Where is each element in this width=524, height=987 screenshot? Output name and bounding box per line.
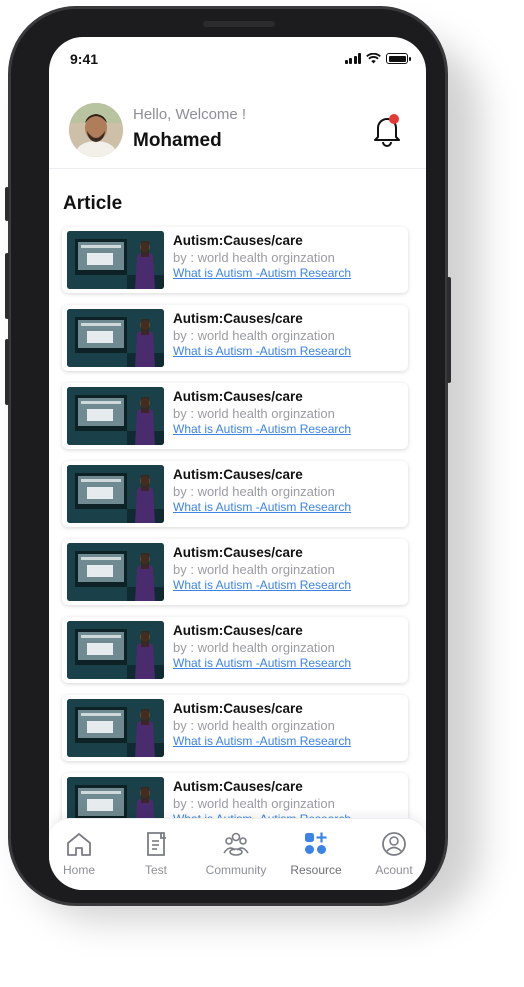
article-card[interactable]: Autism:Causes/care by : world health orgi… — [62, 383, 408, 449]
volume-down-button — [5, 339, 9, 405]
article-author: by : world health orginzation — [173, 328, 335, 343]
nav-community[interactable]: Community — [198, 825, 274, 885]
bottom-navigation: Home Test Community Resource Acount — [49, 818, 426, 890]
nav-home[interactable]: Home — [49, 825, 117, 885]
article-list: Autism:Causes/care by : world health orgi… — [62, 227, 410, 851]
mute-switch — [5, 187, 9, 221]
nav-resource-label: Resource — [290, 863, 342, 877]
nav-resource[interactable]: Resource — [278, 825, 354, 885]
article-card[interactable]: Autism:Causes/care by : world health orgi… — [62, 539, 408, 605]
article-thumbnail — [67, 231, 164, 289]
test-icon — [147, 832, 166, 856]
notification-bell-icon[interactable] — [372, 113, 402, 147]
article-title: Autism:Causes/care — [173, 701, 303, 716]
article-link[interactable]: What is Autism -Autism Research — [173, 422, 351, 436]
power-button — [447, 277, 451, 383]
resource-icon — [305, 832, 327, 854]
status-time: 9:41 — [70, 51, 99, 67]
article-card[interactable]: Autism:Causes/care by : world health orgi… — [62, 461, 408, 527]
nav-home-label: Home — [62, 863, 95, 877]
speaker-grille — [203, 21, 275, 27]
header: Hello, Welcome ! Mohamed — [49, 97, 426, 169]
article-author: by : world health orginzation — [173, 562, 335, 577]
article-title: Autism:Causes/care — [173, 545, 303, 560]
nav-test-label: Test — [144, 863, 167, 877]
article-card[interactable]: Autism:Causes/care by : world health orgi… — [62, 617, 408, 683]
article-link[interactable]: What is Autism -Autism Research — [173, 734, 351, 748]
article-thumbnail — [67, 543, 164, 601]
article-thumbnail — [67, 465, 164, 523]
nav-community-label: Community — [205, 863, 267, 877]
nav-account[interactable]: Acount — [356, 825, 426, 885]
community-icon — [223, 832, 249, 856]
article-link[interactable]: What is Autism -Autism Research — [173, 266, 351, 280]
greeting-text: Hello, Welcome ! — [133, 106, 247, 123]
screen: 9:41 Hello, Welcome ! Mohamed Article Au… — [49, 37, 426, 890]
article-thumbnail — [67, 387, 164, 445]
volume-up-button — [5, 253, 9, 319]
article-title: Autism:Causes/care — [173, 623, 303, 638]
cellular-signal-icon — [344, 53, 361, 64]
section-title: Article — [63, 193, 123, 214]
article-author: by : world health orginzation — [173, 640, 335, 655]
article-title: Autism:Causes/care — [173, 467, 303, 482]
article-link[interactable]: What is Autism -Autism Research — [173, 344, 351, 358]
article-title: Autism:Causes/care — [173, 311, 303, 326]
article-author: by : world health orginzation — [173, 484, 335, 499]
article-thumbnail — [67, 309, 164, 367]
wifi-icon — [366, 53, 381, 64]
article-thumbnail — [67, 699, 164, 757]
nav-test[interactable]: Test — [118, 825, 194, 885]
article-author: by : world health orginzation — [173, 250, 335, 265]
article-author: by : world health orginzation — [173, 796, 335, 811]
nav-account-label: Acount — [375, 863, 413, 877]
battery-icon — [386, 53, 411, 64]
article-author: by : world health orginzation — [173, 718, 335, 733]
article-title: Autism:Causes/care — [173, 389, 303, 404]
username: Mohamed — [133, 130, 222, 151]
article-link[interactable]: What is Autism -Autism Research — [173, 656, 351, 670]
avatar[interactable] — [69, 103, 123, 157]
status-icons — [344, 53, 411, 64]
home-icon — [67, 833, 91, 856]
article-title: Autism:Causes/care — [173, 233, 303, 248]
phone-frame: 9:41 Hello, Welcome ! Mohamed Article Au… — [5, 6, 451, 906]
article-link[interactable]: What is Autism -Autism Research — [173, 500, 351, 514]
article-thumbnail — [67, 621, 164, 679]
article-link[interactable]: What is Autism -Autism Research — [173, 578, 351, 592]
article-author: by : world health orginzation — [173, 406, 335, 421]
account-icon — [382, 832, 406, 856]
article-title: Autism:Causes/care — [173, 779, 303, 794]
status-bar: 9:41 — [49, 37, 426, 85]
article-card[interactable]: Autism:Causes/care by : world health orgi… — [62, 695, 408, 761]
article-card[interactable]: Autism:Causes/care by : world health orgi… — [62, 227, 408, 293]
article-card[interactable]: Autism:Causes/care by : world health orgi… — [62, 305, 408, 371]
notification-dot — [389, 114, 399, 124]
